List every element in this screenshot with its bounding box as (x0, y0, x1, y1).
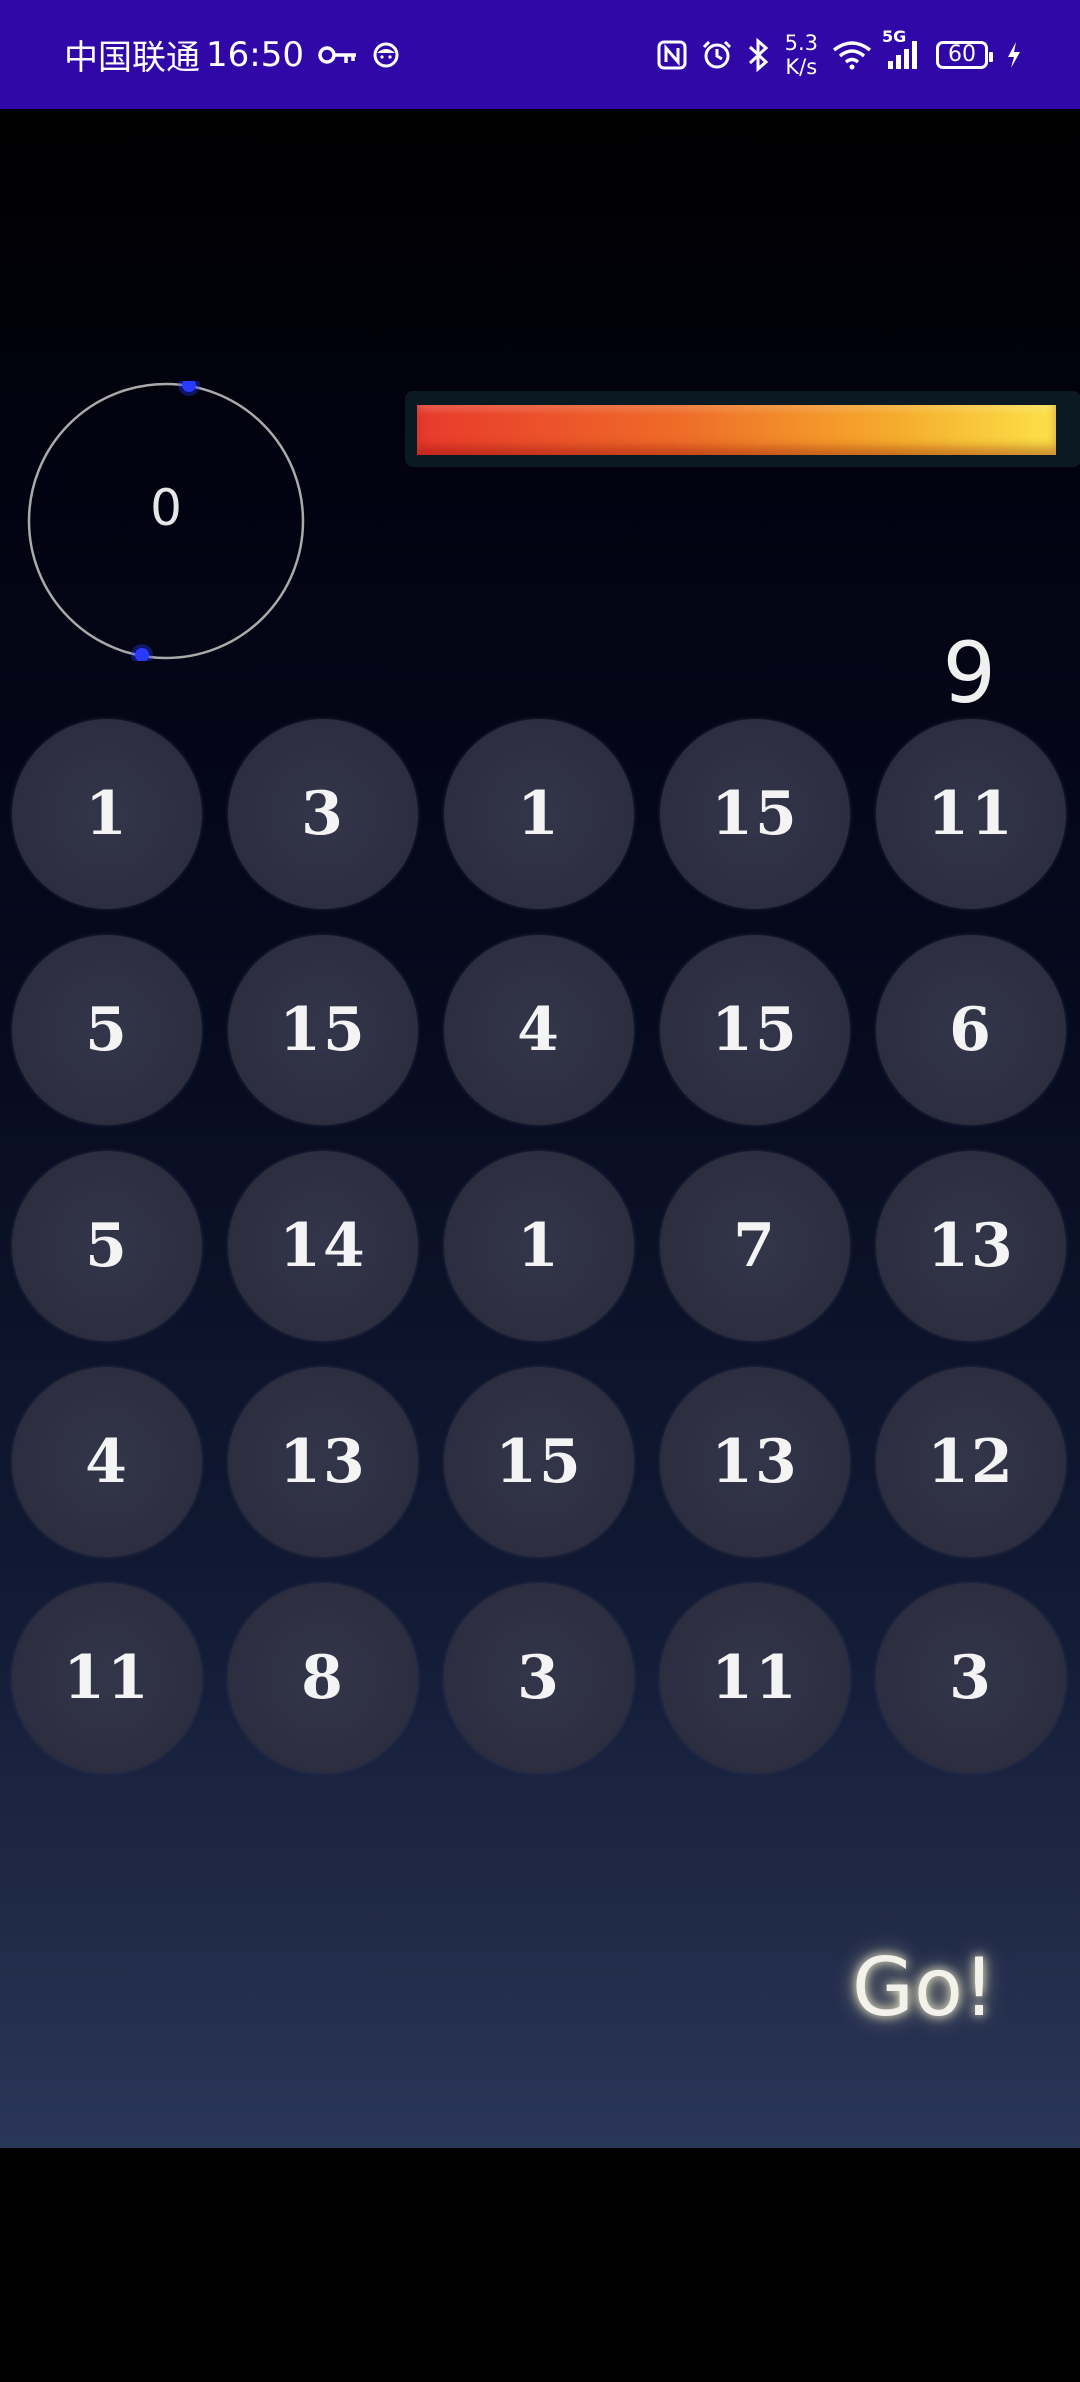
number-cell[interactable]: 4 (444, 935, 634, 1125)
game-area: 0 9 1 3 1 15 11 5 15 4 15 6 5 14 1 7 13 4 13 15 13 12 11 8 3 11… (0, 109, 1080, 2148)
number-cell[interactable]: 14 (228, 1151, 418, 1341)
battery-indicator: 60 (936, 40, 993, 69)
number-cell[interactable]: 1 (444, 719, 634, 909)
bottom-bar (0, 2148, 1080, 2382)
number-cell[interactable]: 1 (12, 719, 202, 909)
carrier-label: 中国联通 (64, 38, 200, 78)
number-cell[interactable]: 13 (876, 1151, 1066, 1341)
orbit-dot-bottom-glow (131, 644, 153, 661)
number-cell[interactable]: 5 (12, 1151, 202, 1341)
number-cell[interactable]: 7 (660, 1151, 850, 1341)
status-right: 5.3 K/s 5G 60 (657, 0, 1022, 109)
net-speed-value: 5.3 (784, 30, 818, 55)
orbit-dot-top-glow (178, 381, 200, 396)
number-cell[interactable]: 15 (444, 1367, 634, 1557)
key-icon (318, 43, 358, 67)
number-cell[interactable]: 15 (660, 935, 850, 1125)
bluetooth-icon (747, 37, 771, 72)
timer-value: 0 (150, 479, 182, 537)
number-cell[interactable]: 11 (876, 719, 1066, 909)
number-cell[interactable]: 11 (660, 1583, 850, 1773)
number-cell[interactable]: 5 (12, 935, 202, 1125)
number-cell[interactable]: 3 (228, 719, 418, 909)
lightning-icon (1006, 41, 1022, 69)
number-cell[interactable]: 13 (228, 1367, 418, 1557)
number-cell[interactable]: 6 (876, 935, 1066, 1125)
battery-level: 60 (948, 42, 976, 67)
clock: 16:50 (206, 34, 304, 75)
number-cell[interactable]: 4 (12, 1367, 202, 1557)
number-cell[interactable]: 3 (876, 1583, 1066, 1773)
target-number: 9 (942, 624, 996, 722)
network-speed: 5.3 K/s (785, 31, 818, 79)
number-cell[interactable]: 11 (12, 1583, 202, 1773)
progress-fill (417, 405, 1056, 455)
signal-label: 5G (882, 26, 907, 46)
go-button[interactable]: Go! (852, 1941, 995, 2034)
status-bar: 中国联通 16:50 5.3 K/s 5G 60 (0, 0, 1080, 109)
number-cell[interactable]: 3 (444, 1583, 634, 1773)
progress-bar (405, 391, 1080, 467)
face-icon (372, 41, 400, 69)
alarm-icon (701, 39, 733, 71)
number-cell[interactable]: 12 (876, 1367, 1066, 1557)
wifi-icon (832, 40, 872, 70)
signal-icon: 5G (882, 27, 922, 71)
status-left: 中国联通 16:50 (64, 0, 400, 109)
net-speed-unit: K/s (785, 54, 818, 79)
nfc-icon (657, 40, 687, 70)
number-cell[interactable]: 15 (660, 719, 850, 909)
number-cell[interactable]: 8 (228, 1583, 418, 1773)
number-cell[interactable]: 13 (660, 1367, 850, 1557)
number-cell[interactable]: 1 (444, 1151, 634, 1341)
number-cell[interactable]: 15 (228, 935, 418, 1125)
